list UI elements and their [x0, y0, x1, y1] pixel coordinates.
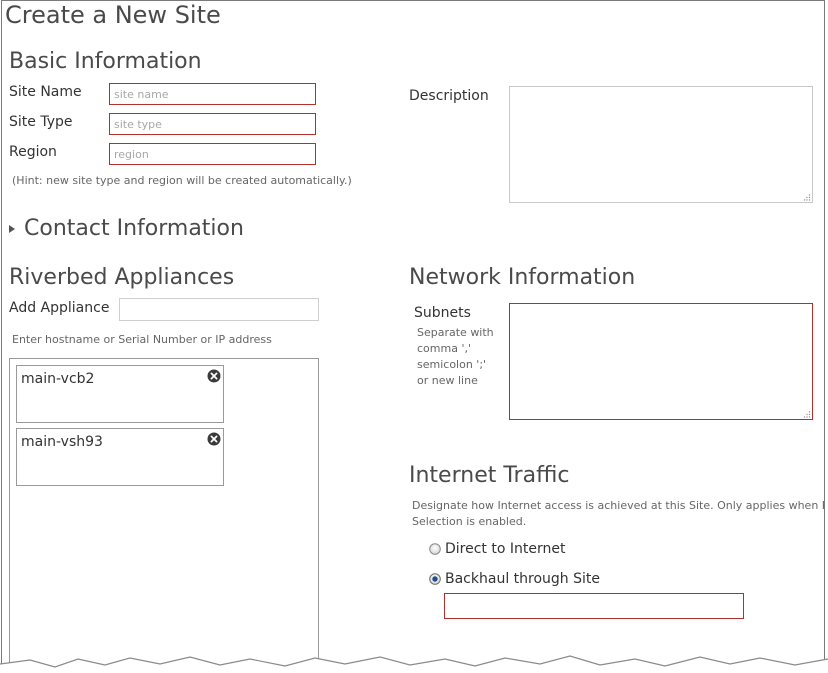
appliance-name: main-vcb2 [21, 371, 95, 387]
site-type-input[interactable] [109, 113, 316, 135]
description-textarea[interactable] [509, 86, 813, 203]
resize-grip-icon[interactable] [803, 410, 811, 418]
triangle-right-icon [9, 224, 15, 233]
radio-direct-internet-label: Direct to Internet [445, 541, 566, 557]
appliance-card: main-vsh93 [16, 428, 224, 486]
contact-info-toggle[interactable]: Contact Information [9, 216, 244, 241]
radio-unselected-icon[interactable] [429, 543, 441, 555]
radio-selected-icon[interactable] [429, 573, 441, 585]
page-title: Create a New Site [5, 1, 221, 29]
add-appliance-input[interactable] [119, 298, 319, 321]
region-label: Region [9, 144, 57, 160]
site-name-label: Site Name [9, 84, 82, 100]
description-label: Description [409, 88, 489, 104]
internet-traffic-description: Designate how Internet access is achieve… [412, 499, 825, 528]
appliances-heading: Riverbed Appliances [9, 265, 235, 290]
subnets-textarea[interactable] [509, 303, 813, 420]
site-type-label: Site Type [9, 114, 73, 130]
basic-info-heading: Basic Information [9, 49, 202, 74]
resize-grip-icon[interactable] [803, 193, 811, 201]
close-icon[interactable] [207, 432, 221, 446]
add-appliance-label: Add Appliance [9, 300, 110, 316]
internet-traffic-heading: Internet Traffic [409, 463, 570, 488]
backhaul-site-input[interactable] [444, 593, 744, 619]
network-info-heading: Network Information [409, 265, 636, 290]
appliance-name: main-vsh93 [21, 434, 103, 450]
subnets-label: Subnets [414, 305, 471, 321]
appliance-list[interactable]: main-vcb2 main-vsh93 [9, 358, 319, 667]
appliance-card: main-vcb2 [16, 365, 224, 423]
radio-backhaul-through-site[interactable]: Backhaul through Site [429, 571, 600, 587]
create-site-panel: Create a New Site Basic Information Site… [1, 0, 825, 667]
site-name-input[interactable] [109, 83, 316, 105]
subnets-help: Separate with comma ',' semicolon ';' or… [417, 326, 494, 387]
close-icon[interactable] [207, 369, 221, 383]
add-appliance-hint: Enter hostname or Serial Number or IP ad… [12, 333, 272, 346]
contact-info-heading: Contact Information [24, 216, 244, 241]
region-input[interactable] [109, 143, 316, 165]
torn-edge-decoration [0, 655, 828, 673]
basic-info-hint: (Hint: new site type and region will be … [12, 174, 352, 187]
radio-direct-internet[interactable]: Direct to Internet [429, 541, 565, 557]
radio-backhaul-label: Backhaul through Site [445, 571, 600, 587]
